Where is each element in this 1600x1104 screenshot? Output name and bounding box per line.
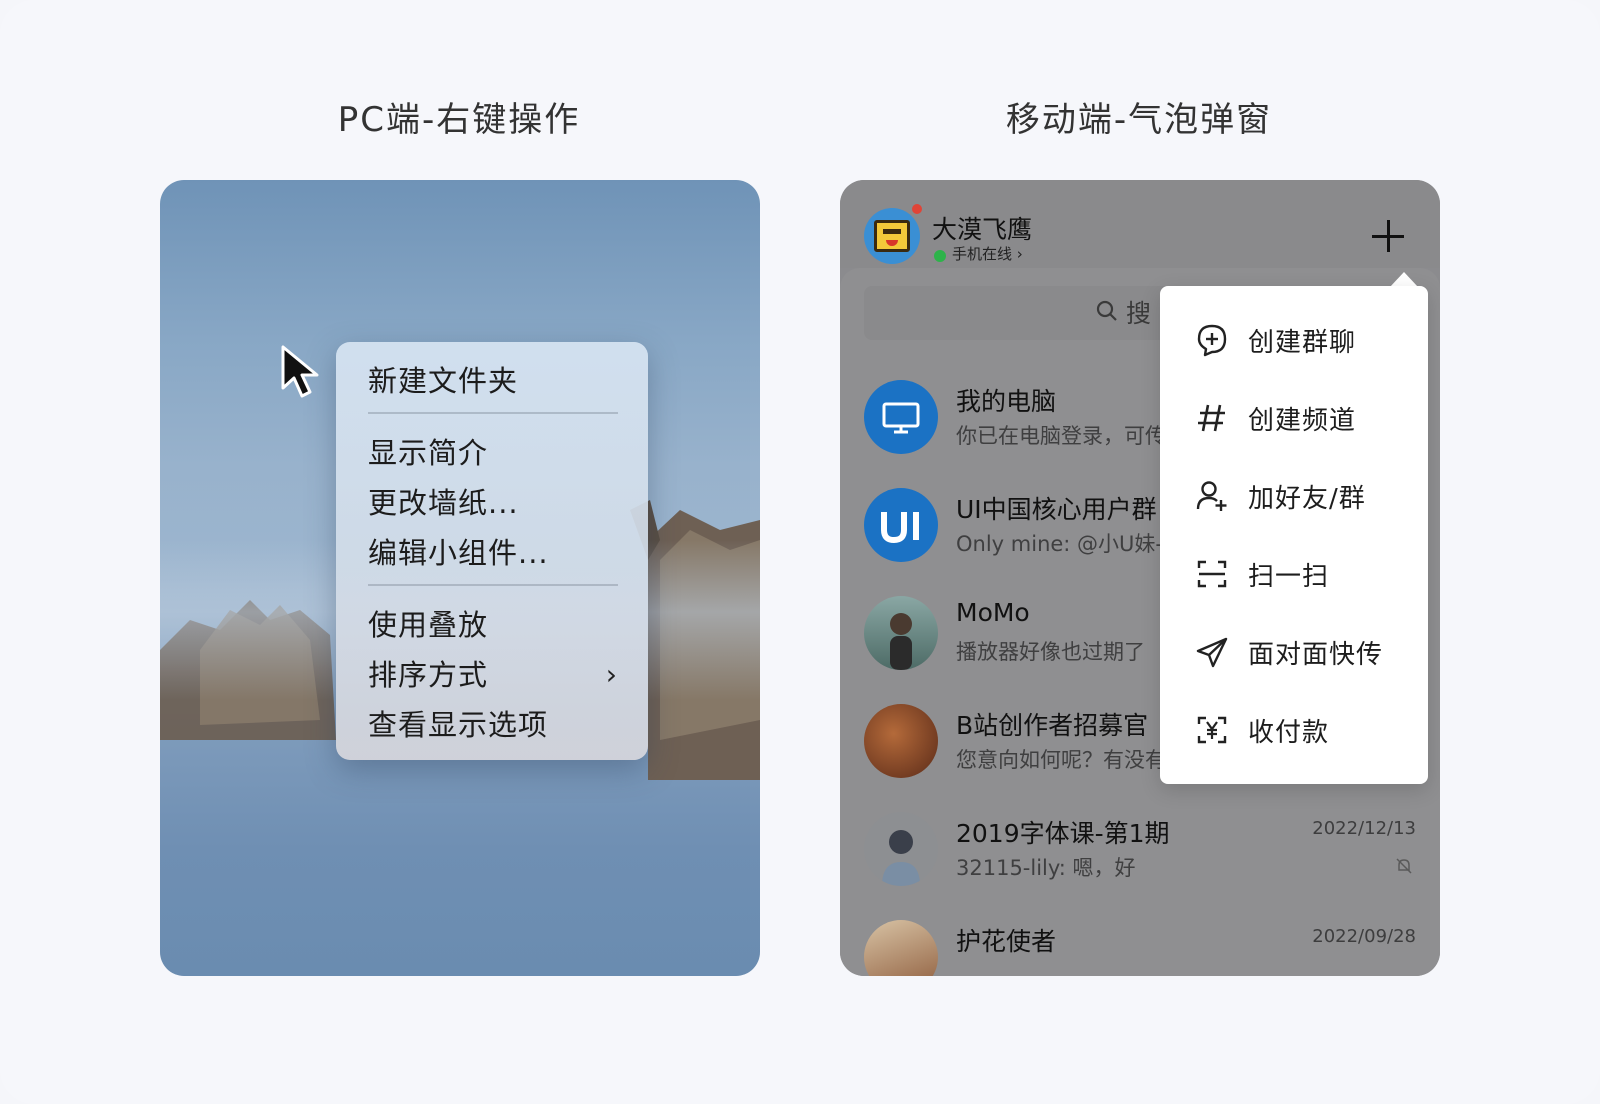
desktop-wallpaper[interactable]: 新建文件夹 显示简介 更改墙纸... 编辑小组件... 使用叠放 排序方式 › …	[160, 180, 760, 976]
conversation-preview: 播放器好像也过期了	[956, 640, 1145, 664]
bubble-arrow	[1390, 272, 1418, 287]
search-icon	[1096, 300, 1117, 321]
menu-item-sort-by[interactable]: 排序方式 ›	[336, 650, 648, 700]
menu-item-face-to-face[interactable]: 面对面快传	[1160, 614, 1428, 692]
menu-item-sort-by-label: 排序方式	[368, 658, 489, 692]
photo-avatar	[864, 596, 938, 670]
ui-logo	[864, 488, 938, 562]
pc-heading: PC端-右键操作	[337, 100, 581, 140]
conversation-date: 2022/12/13	[1312, 818, 1416, 839]
conversation-title: 我的电脑	[956, 387, 1057, 416]
context-menu: 新建文件夹 显示简介 更改墙纸... 编辑小组件... 使用叠放 排序方式 › …	[336, 342, 648, 760]
person-avatar	[864, 812, 938, 886]
user-name[interactable]: 大漠飞鹰	[932, 210, 1032, 246]
chevron-right-icon: ›	[605, 658, 618, 691]
menu-item-new-folder[interactable]: 新建文件夹	[336, 356, 648, 406]
menu-item-label: 创建频道	[1248, 406, 1357, 436]
chat-plus-icon	[1197, 324, 1227, 357]
bubble-popup-menu: 创建群聊 创建频道 加好友/群 扫一扫 面对面快传 收付款	[1160, 286, 1428, 784]
user-status[interactable]: 手机在线 ›	[952, 243, 1023, 264]
menu-item-label: 收付款	[1248, 718, 1330, 748]
avatar[interactable]	[864, 208, 920, 264]
conversation-preview: Only mine: @小U妹-	[956, 532, 1163, 556]
conversation-title: UI中国核心用户群	[956, 495, 1157, 524]
menu-item-label: 扫一扫	[1248, 562, 1330, 592]
menu-item-label: 创建群聊	[1248, 328, 1357, 358]
menu-item-payment[interactable]: 收付款	[1160, 692, 1428, 770]
menu-item-label: 面对面快传	[1248, 640, 1384, 670]
mobile-heading: 移动端-气泡弹窗	[1005, 100, 1273, 140]
payment-icon	[1197, 716, 1227, 744]
conversation-preview: 您意向如何呢？有没有	[956, 748, 1166, 772]
conversation-title: MoMo	[956, 598, 1030, 627]
mute-bell-icon	[1396, 858, 1412, 874]
menu-item-scan[interactable]: 扫一扫	[1160, 536, 1428, 614]
add-user-icon	[1196, 481, 1227, 511]
menu-separator	[368, 412, 618, 414]
menu-item-create-channel[interactable]: 创建频道	[1160, 380, 1428, 458]
top-bar: 大漠飞鹰 手机在线 ›	[840, 180, 1440, 268]
menu-item-edit-widgets[interactable]: 编辑小组件...	[336, 528, 648, 578]
menu-item-change-wallpaper[interactable]: 更改墙纸...	[336, 478, 648, 528]
scan-icon	[1197, 560, 1227, 588]
menu-item-view-options[interactable]: 查看显示选项	[336, 700, 648, 750]
mobile-screen: 大漠飞鹰 手机在线 › 搜 我的电脑 你已在电脑登录，可传 UI中国核心用户群 …	[840, 180, 1440, 976]
list-item[interactable]: 护花使者 2022/09/28	[840, 908, 1440, 976]
conversation-title: 2019字体课-第1期	[956, 819, 1170, 848]
mouse-pointer-icon	[281, 345, 319, 398]
menu-item-add-friend[interactable]: 加好友/群	[1160, 458, 1428, 536]
menu-separator	[368, 584, 618, 586]
online-status-icon	[934, 250, 946, 262]
search-placeholder: 搜	[1126, 299, 1152, 328]
conversation-preview: 你已在电脑登录，可传	[956, 424, 1166, 448]
cat-avatar	[864, 704, 938, 778]
list-item[interactable]: 2019字体课-第1期 32115-lily: 嗯，好 2022/12/13	[840, 800, 1440, 908]
notification-badge	[910, 202, 924, 216]
menu-item-get-info[interactable]: 显示简介	[336, 428, 648, 478]
anime-avatar	[864, 920, 938, 976]
send-icon	[1196, 637, 1228, 668]
conversation-preview: 32115-lily: 嗯，好	[956, 856, 1136, 880]
hashtag-icon	[1198, 404, 1225, 432]
menu-item-label: 加好友/群	[1248, 484, 1366, 514]
menu-item-use-stacks[interactable]: 使用叠放	[336, 600, 648, 650]
monitor-icon	[864, 380, 938, 454]
menu-item-create-group[interactable]: 创建群聊	[1160, 302, 1428, 380]
conversation-date: 2022/09/28	[1312, 926, 1416, 947]
plus-button[interactable]	[1370, 218, 1406, 254]
conversation-title: B站创作者招募官	[956, 711, 1149, 740]
conversation-title: 护花使者	[956, 927, 1057, 956]
